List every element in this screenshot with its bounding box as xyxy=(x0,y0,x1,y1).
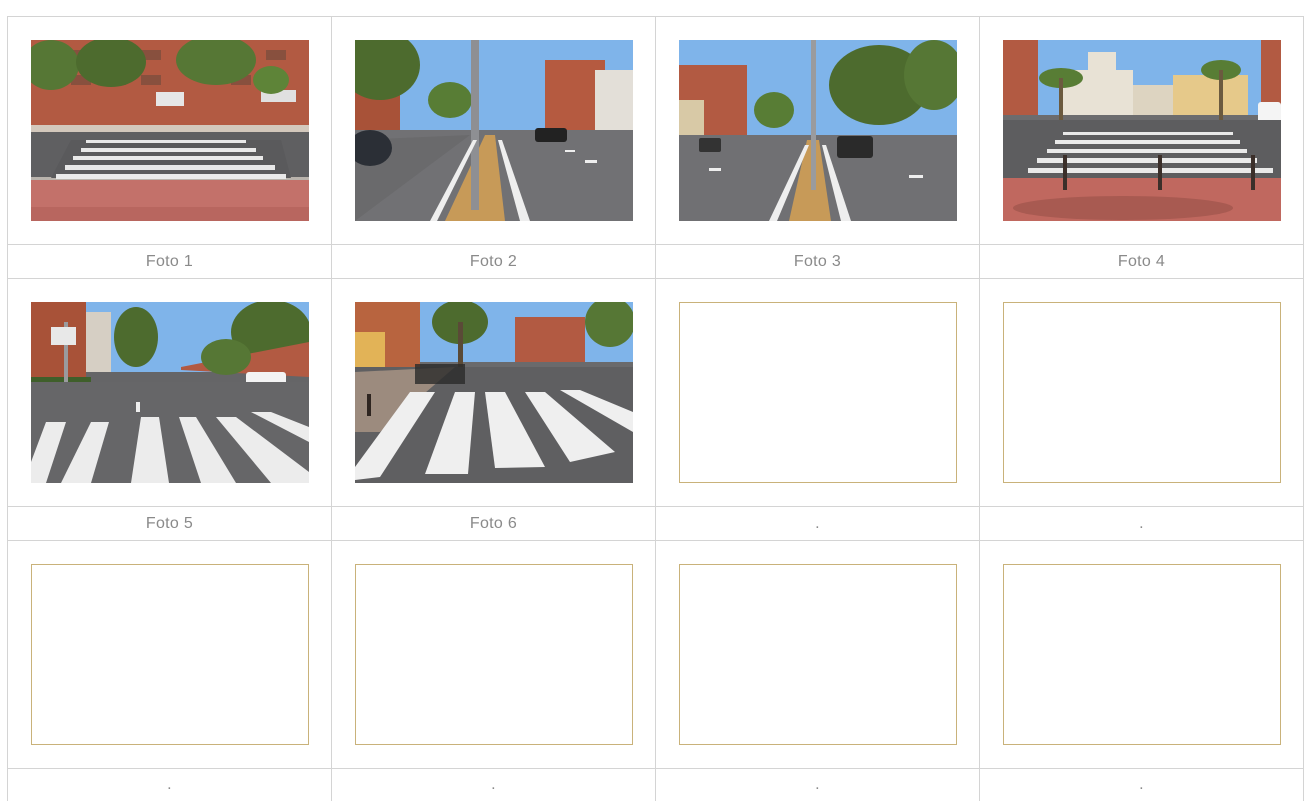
photo-cell-4 xyxy=(979,16,1304,245)
photo-caption-6: Foto 6 xyxy=(331,506,656,541)
photo-1-image xyxy=(31,40,309,221)
photo-caption-2: Foto 2 xyxy=(331,244,656,279)
photo-caption-1: Foto 1 xyxy=(7,244,332,279)
photo-placeholder-12 xyxy=(1003,564,1281,745)
photo-6[interactable] xyxy=(355,302,633,483)
photo-cell-12 xyxy=(979,540,1304,769)
photo-placeholder-8 xyxy=(1003,302,1281,483)
caption-row-2: Foto 5 Foto 6 . . xyxy=(7,506,1304,541)
photo-cell-10 xyxy=(331,540,656,769)
caption-row-3: . . . . xyxy=(7,768,1304,801)
photo-placeholder-9 xyxy=(31,564,309,745)
photo-caption-8: . xyxy=(979,506,1304,541)
photo-placeholder-10 xyxy=(355,564,633,745)
photo-cell-8 xyxy=(979,278,1304,507)
photo-grid: Foto 1 Foto 2 Foto 3 Foto 4 Foto 5 Foto … xyxy=(7,16,1304,801)
caption-row-1: Foto 1 Foto 2 Foto 3 Foto 4 xyxy=(7,244,1304,279)
photo-5-image xyxy=(31,302,309,483)
photo-3[interactable] xyxy=(679,40,957,221)
photo-caption-4: Foto 4 xyxy=(979,244,1304,279)
image-row-2 xyxy=(7,278,1304,507)
photo-4-image xyxy=(1003,40,1281,221)
photo-cell-2 xyxy=(331,16,656,245)
photo-caption-5: Foto 5 xyxy=(7,506,332,541)
photo-cell-6 xyxy=(331,278,656,507)
image-row-1 xyxy=(7,16,1304,245)
photo-caption-7: . xyxy=(655,506,980,541)
photo-1[interactable] xyxy=(31,40,309,221)
photo-caption-10: . xyxy=(331,768,656,801)
photo-caption-11: . xyxy=(655,768,980,801)
photo-6-image xyxy=(355,302,633,483)
photo-cell-5 xyxy=(7,278,332,507)
photo-5[interactable] xyxy=(31,302,309,483)
photo-caption-12: . xyxy=(979,768,1304,801)
photo-2-image xyxy=(355,40,633,221)
photo-2[interactable] xyxy=(355,40,633,221)
photo-placeholder-7 xyxy=(679,302,957,483)
photo-caption-3: Foto 3 xyxy=(655,244,980,279)
photo-cell-1 xyxy=(7,16,332,245)
photo-4[interactable] xyxy=(1003,40,1281,221)
photo-placeholder-11 xyxy=(679,564,957,745)
photo-cell-7 xyxy=(655,278,980,507)
photo-cell-3 xyxy=(655,16,980,245)
photo-caption-9: . xyxy=(7,768,332,801)
photo-cell-11 xyxy=(655,540,980,769)
image-row-3 xyxy=(7,540,1304,769)
photo-cell-9 xyxy=(7,540,332,769)
photo-3-image xyxy=(679,40,957,221)
